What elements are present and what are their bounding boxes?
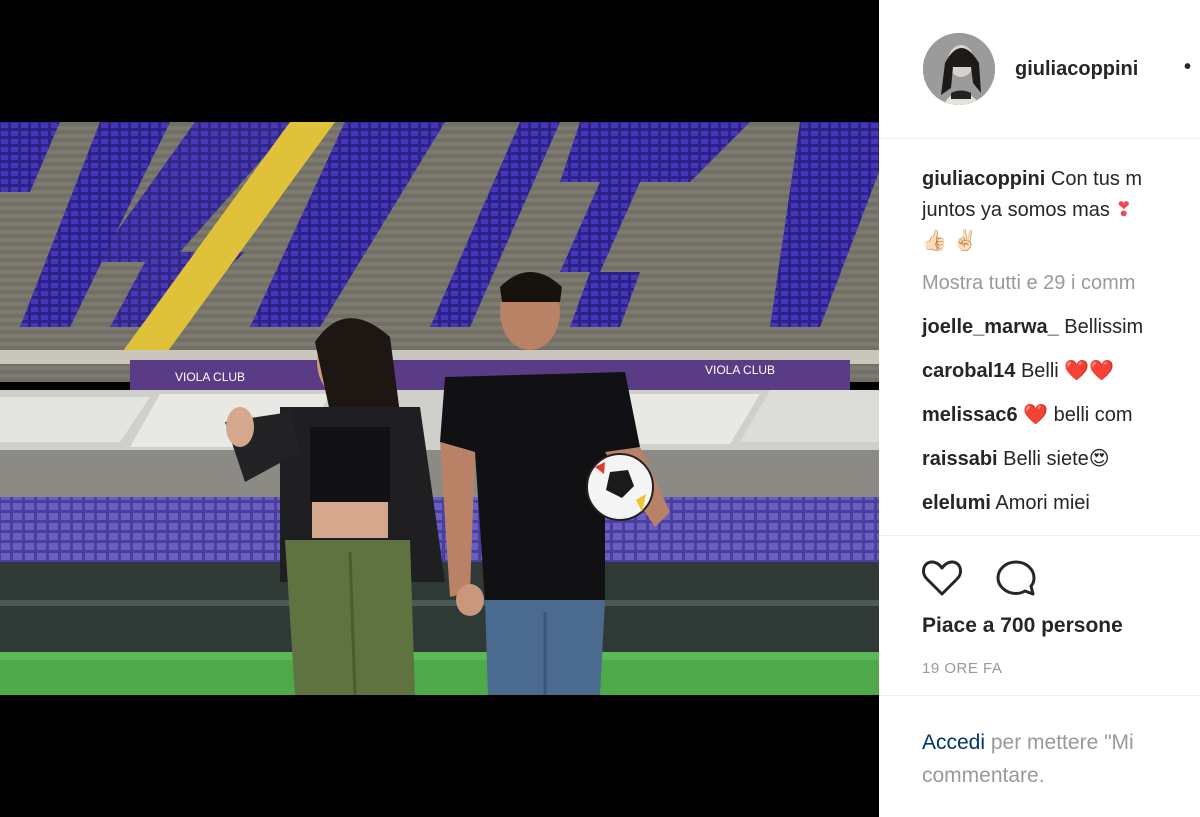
comment-text: Belli ❤️❤️: [1015, 360, 1115, 382]
post-username[interactable]: giuliacoppini: [1015, 58, 1138, 81]
comment-item: joelle_marwa_ Bellissim: [922, 312, 1200, 342]
heart-emoji-icon: ❣: [1115, 199, 1133, 221]
caption: giuliacoppini Con tus m: [922, 164, 1200, 195]
likes-count[interactable]: Piace a 700 persone: [922, 614, 1123, 638]
comment-item: raissabi Belli siete😍: [922, 444, 1200, 474]
post-actions: Piace a 700 persone 19 ORE FA: [879, 535, 1200, 695]
heart-outline-icon[interactable]: [919, 556, 965, 600]
comment-item: melissac6 ❤️ belli com: [922, 400, 1200, 430]
avatar[interactable]: [923, 33, 995, 105]
login-text: Accedi per mettere "Mi commentare.: [922, 726, 1134, 792]
comment-item: elelumi Amori miei: [922, 488, 1200, 518]
login-text-line-1: per mettere "Mi: [985, 731, 1134, 754]
separator-dot: •: [1184, 56, 1192, 78]
post-timestamp: 19 ORE FA: [922, 660, 1003, 677]
post-side-panel: giuliacoppini • giuliacoppini Con tus m …: [879, 0, 1200, 817]
comment-item: carobal14 Belli ❤️❤️: [922, 356, 1200, 386]
speech-bubble-icon[interactable]: [994, 556, 1040, 600]
comments-list: giuliacoppini Con tus m juntos ya somos …: [922, 164, 1200, 518]
comment-text: ❤️ belli com: [1017, 404, 1133, 426]
show-all-comments-link[interactable]: Mostra tutti e 29 i comm: [922, 268, 1200, 298]
post-header: giuliacoppini •: [879, 0, 1200, 139]
login-prompt: Accedi per mettere "Mi commentare.: [879, 695, 1200, 817]
comment-text: Bellissim: [1058, 316, 1144, 338]
comment-username[interactable]: raissabi: [922, 448, 998, 470]
caption-username[interactable]: giuliacoppini: [922, 168, 1045, 190]
comment-username[interactable]: melissac6: [922, 404, 1018, 426]
photo-pane: VIOLA CLUB VIOLA CLUB: [0, 0, 879, 817]
caption-emojis: 👍🏻 ✌🏻: [922, 230, 978, 252]
comment-username[interactable]: carobal14: [922, 360, 1015, 382]
comment-text: Belli siete😍: [997, 448, 1110, 470]
caption-line-2: juntos ya somos mas ❣: [922, 195, 1200, 226]
caption-text: Con tus m: [1045, 168, 1143, 190]
svg-text:VIOLA CLUB: VIOLA CLUB: [705, 363, 775, 377]
comment-text: Amori miei: [990, 492, 1090, 514]
caption-text-2: juntos ya somos mas: [922, 199, 1110, 221]
login-link[interactable]: Accedi: [922, 731, 985, 754]
login-text-line-2: commentare.: [922, 764, 1045, 787]
post-photo[interactable]: VIOLA CLUB VIOLA CLUB: [0, 122, 879, 695]
comment-username[interactable]: elelumi: [922, 492, 991, 514]
svg-text:VIOLA CLUB: VIOLA CLUB: [175, 370, 245, 384]
comment-username[interactable]: joelle_marwa_: [922, 316, 1059, 338]
